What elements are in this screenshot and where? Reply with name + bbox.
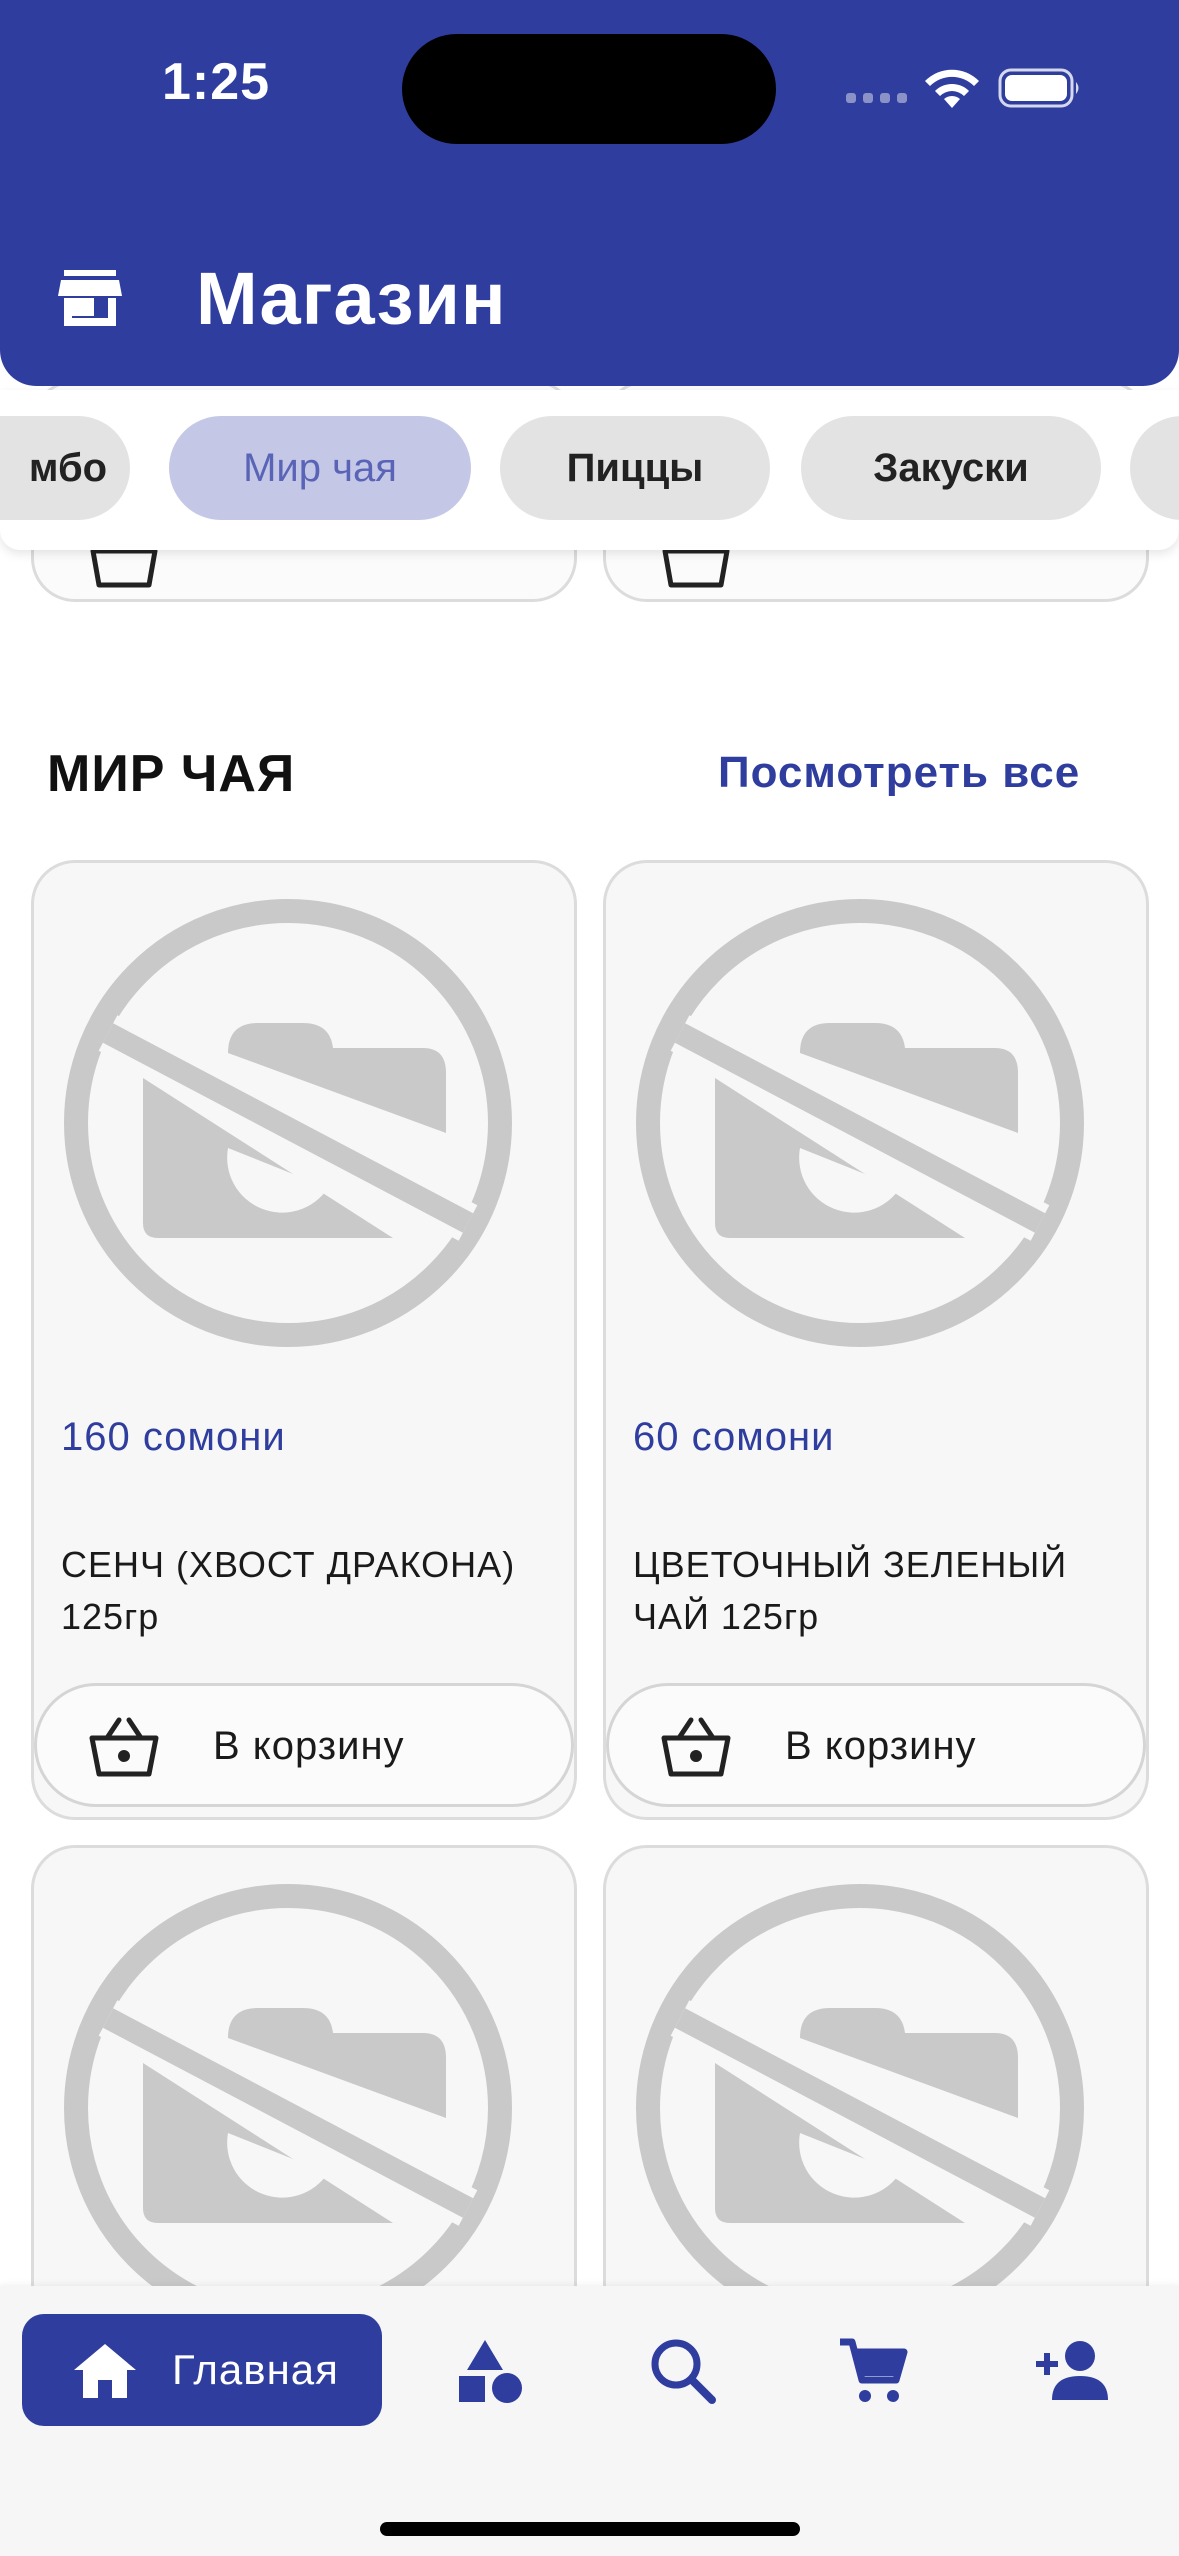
chip-label: Пиццы: [566, 445, 704, 490]
product-price: 160 сомони: [61, 1415, 286, 1459]
nav-item-label: Главная: [172, 2346, 339, 2393]
categories-icon[interactable]: [455, 2336, 525, 2406]
status-time: 1:25: [162, 53, 271, 111]
add-user-icon[interactable]: [1034, 2336, 1110, 2406]
chip-label: мбо: [28, 445, 108, 490]
product-name: ЦВЕТОЧНЫЙ ЗЕЛЕНЫЙ ЧАЙ 125гр: [633, 1544, 1068, 1637]
chip-next[interactable]: [1130, 416, 1179, 520]
signal-icon: [846, 93, 907, 103]
category-chips: мбо Мир чая Пиццы Закуски: [0, 390, 1179, 550]
no-image-icon: [64, 1884, 512, 2332]
add-to-cart-label: В корзину: [213, 1724, 405, 1768]
bottom-navigation: Главная: [0, 2286, 1179, 2556]
battery-icon: [998, 68, 1079, 108]
product-price: 60 сомони: [633, 1415, 835, 1459]
chip-pizzas[interactable]: Пиццы: [500, 416, 770, 520]
chip-tea-world[interactable]: Мир чая: [169, 416, 471, 520]
product-name: СЕНЧ (ХВОСТ ДРАКОНА) 125гр: [61, 1544, 516, 1637]
basket-icon: [89, 1717, 159, 1777]
dynamic-island: [402, 34, 776, 144]
no-image-icon: [64, 899, 512, 1347]
add-to-cart-label: В корзину: [785, 1724, 977, 1768]
search-icon[interactable]: [648, 2336, 718, 2406]
nav-item-home[interactable]: Главная: [22, 2314, 382, 2426]
chip-snacks[interactable]: Закуски: [801, 416, 1101, 520]
product-card[interactable]: 60 сомони ЦВЕТОЧНЫЙ ЗЕЛЕНЫЙ ЧАЙ 125гр В …: [603, 860, 1149, 1820]
app-header: 1:25 Магазин: [0, 0, 1179, 386]
basket-icon: [661, 1717, 731, 1777]
section-title: МИР ЧАЯ: [47, 745, 296, 803]
add-to-cart-button[interactable]: В корзину: [34, 1683, 574, 1807]
see-all-link[interactable]: Посмотреть все: [718, 748, 1080, 798]
home-icon: [74, 2344, 136, 2398]
cart-icon[interactable]: [838, 2336, 908, 2406]
chip-combo[interactable]: мбо: [0, 416, 130, 520]
wifi-icon: [925, 69, 979, 108]
store-icon: [58, 270, 122, 326]
chip-label: Закуски: [873, 445, 1029, 490]
no-image-icon: [636, 899, 1084, 1347]
product-card[interactable]: 160 сомони СЕНЧ (ХВОСТ ДРАКОНА) 125гр В …: [31, 860, 577, 1820]
page-title: Магазин: [196, 257, 507, 340]
home-indicator: [380, 2522, 800, 2536]
chip-label: Мир чая: [243, 445, 397, 490]
no-image-icon: [636, 1884, 1084, 2332]
add-to-cart-button[interactable]: В корзину: [606, 1683, 1146, 1807]
